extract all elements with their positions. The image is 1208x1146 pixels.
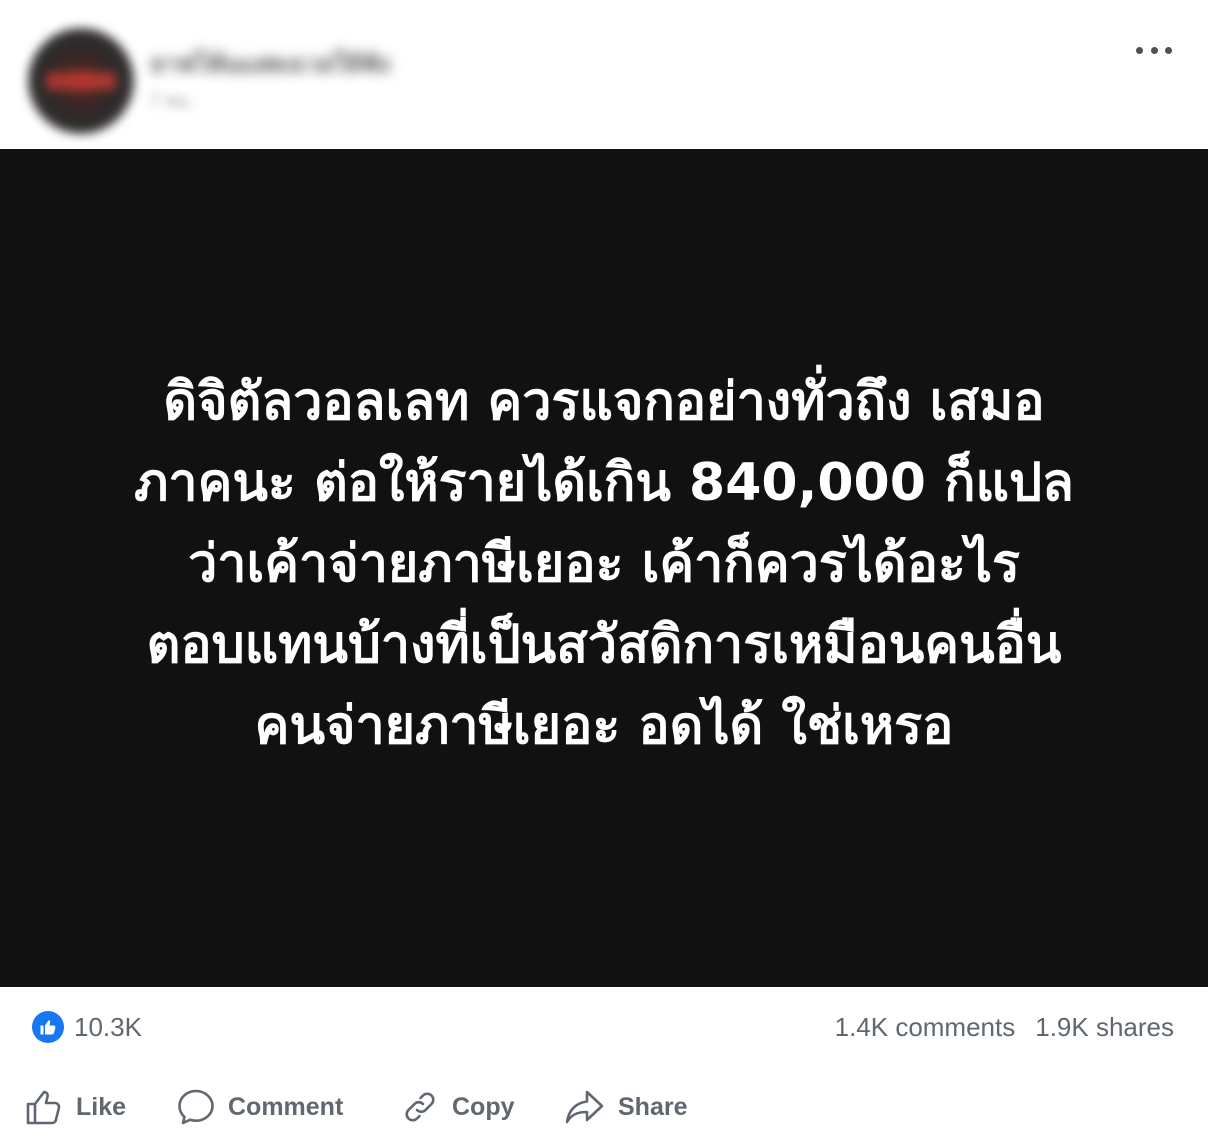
post-stats: 10.3K 1.4K comments 1.9K shares [0,987,1208,1067]
card-line: ว่าเค้าจ่ายภาษีเยอะ เค้าก็ควรได้อะไร [188,533,1020,594]
more-icon [1136,46,1143,54]
post-image-card[interactable]: ดิจิตัลวอลเลท ควรแจกอย่างทั่วถึง เสมอ ภา… [0,149,1208,987]
card-line: คนจ่ายภาษีเยอะ อดได้ ใช่เหรอ [254,695,954,756]
share-label: Share [618,1092,688,1121]
post-header: ลาฟโพ้นแสดงเวลให้ฟัง 7 ชม. [0,0,1208,148]
card-text: ดิจิตัลวอลเลท ควรแจกอย่างทั่วถึง เสมอ ภา… [54,362,1154,767]
copy-label: Copy [452,1092,515,1121]
comment-button[interactable]: Comment [176,1086,343,1128]
post: ลาฟโพ้นแสดงเวลให้ฟัง 7 ชม. ดิจิตัลวอลเลท… [0,0,1208,1146]
more-options-button[interactable] [1136,36,1172,64]
comment-icon [178,1089,214,1125]
like-count[interactable]: 10.3K [74,1011,142,1043]
share-count[interactable]: 1.9K shares [1035,1011,1174,1043]
author-name[interactable]: ลาฟโพ้นแสดงเวลให้ฟัง [150,44,470,76]
like-badge-icon[interactable] [32,1011,64,1043]
like-label: Like [76,1092,127,1121]
thumbs-up-icon [26,1090,61,1125]
link-icon [405,1092,435,1122]
post-actions: Like Comment Copy Share [0,1068,1208,1146]
comment-count[interactable]: 1.4K comments [835,1011,1016,1043]
stats-right: 1.4K comments 1.9K shares [835,1011,1174,1043]
card-line: ดิจิตัลวอลเลท ควรแจกอย่างทั่วถึง เสมอ [163,371,1045,432]
card-line: ภาคนะ ต่อให้รายได้เกิน 840,000 ก็แปล [134,452,1074,513]
avatar[interactable] [28,28,134,134]
card-line: ตอบแทนบ้างที่เป็นสวัสดิการเหมือนคนอื่น [146,614,1062,675]
share-icon [565,1090,604,1124]
like-button[interactable]: Like [24,1086,126,1128]
share-button[interactable]: Share [564,1086,687,1128]
post-timestamp[interactable]: 7 ชม. [150,86,250,111]
comment-label: Comment [228,1092,344,1121]
copy-link-button[interactable]: Copy [400,1086,515,1128]
